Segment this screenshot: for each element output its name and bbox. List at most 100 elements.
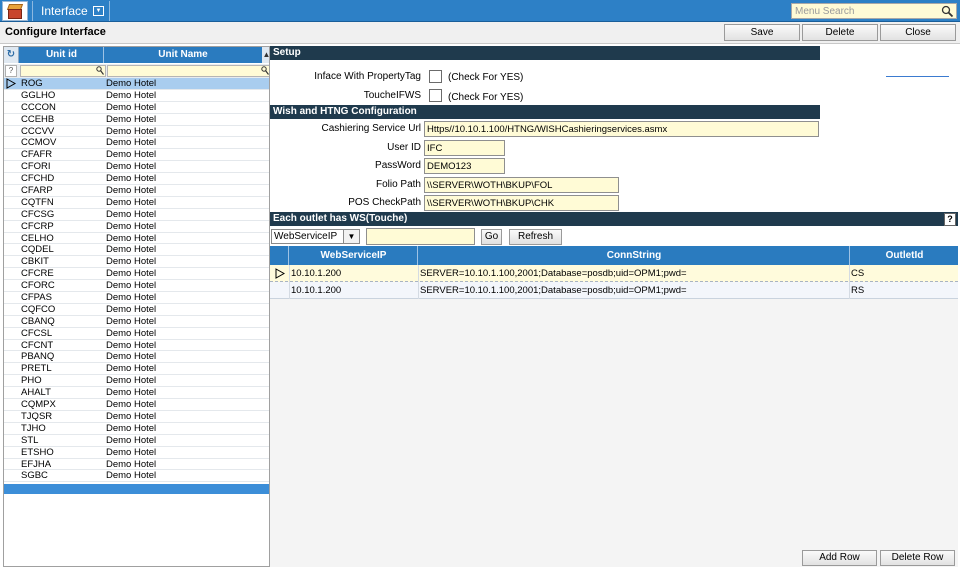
unit-name-cell[interactable]: Demo Hotel xyxy=(106,470,156,482)
unit-name-cell[interactable]: Demo Hotel xyxy=(106,411,156,423)
unit-id-cell[interactable]: CFCSG xyxy=(21,209,54,221)
unit-name-cell[interactable]: Demo Hotel xyxy=(106,268,156,280)
unit-row[interactable]: CCCON Demo Hotel xyxy=(4,102,269,114)
unit-row[interactable]: STL Demo Hotel xyxy=(4,435,269,447)
unit-name-cell[interactable]: Demo Hotel xyxy=(106,244,156,256)
unit-id-cell[interactable]: TJHO xyxy=(21,423,46,435)
link-underline[interactable] xyxy=(886,76,949,77)
table-row[interactable]: 10.10.1.200 SERVER=10.10.1.100,2001;Data… xyxy=(270,282,958,299)
unit-name-cell[interactable]: Demo Hotel xyxy=(106,78,156,90)
unit-name-cell[interactable]: Demo Hotel xyxy=(106,185,156,197)
folio-path-input[interactable] xyxy=(424,177,619,193)
unit-id-cell[interactable]: STL xyxy=(21,435,38,447)
unit-name-cell[interactable]: Demo Hotel xyxy=(106,351,156,363)
unit-name-cell[interactable]: Demo Hotel xyxy=(106,209,156,221)
unit-name-cell[interactable]: Demo Hotel xyxy=(106,423,156,435)
column-header-connstring[interactable]: ConnString xyxy=(419,246,850,265)
unit-id-cell[interactable]: CFCRP xyxy=(21,221,54,233)
unit-id-cell[interactable]: CBKIT xyxy=(21,256,49,268)
delete-button[interactable]: Delete xyxy=(802,24,878,41)
user-id-input[interactable] xyxy=(424,140,505,156)
outletid-cell[interactable]: RS xyxy=(851,282,864,299)
unit-row[interactable]: ETSHO Demo Hotel xyxy=(4,447,269,459)
unit-id-cell[interactable]: PRETL xyxy=(21,363,52,375)
unit-id-cell[interactable]: SGBC xyxy=(21,470,48,482)
interface-menu-tab[interactable]: Interface ▼ xyxy=(32,1,110,21)
unit-row[interactable]: PBANQ Demo Hotel xyxy=(4,351,269,364)
unit-id-cell[interactable]: ROG xyxy=(21,78,43,90)
unit-name-cell[interactable]: Demo Hotel xyxy=(106,126,156,138)
unit-name-cell[interactable]: Demo Hotel xyxy=(106,149,156,161)
app-box-icon[interactable] xyxy=(2,1,28,21)
unit-id-cell[interactable]: CFORC xyxy=(21,280,55,292)
unit-id-cell[interactable]: CFPAS xyxy=(21,292,52,304)
unit-name-cell[interactable]: Demo Hotel xyxy=(106,102,156,114)
unit-row[interactable]: CFCSL Demo Hotel xyxy=(4,328,269,340)
unit-row[interactable]: CFORI Demo Hotel xyxy=(4,161,269,174)
unit-id-cell[interactable]: CFAFR xyxy=(21,149,52,161)
outlet-filter-input[interactable] xyxy=(366,228,475,245)
unit-name-cell[interactable]: Demo Hotel xyxy=(106,304,156,316)
unit-row[interactable]: CFARP Demo Hotel xyxy=(4,185,269,197)
unit-id-cell[interactable]: CQDEL xyxy=(21,244,54,256)
filter-search-icon[interactable] xyxy=(261,66,269,75)
unit-id-cell[interactable]: EFJHA xyxy=(21,459,51,471)
save-button[interactable]: Save xyxy=(724,24,800,41)
unit-id-cell[interactable]: CCCON xyxy=(21,102,56,114)
unit-row[interactable]: CFCRE Demo Hotel xyxy=(4,268,269,281)
unit-row[interactable]: CFCNT Demo Hotel xyxy=(4,340,269,352)
delete-row-button[interactable]: Delete Row xyxy=(880,550,955,566)
unit-name-cell[interactable]: Demo Hotel xyxy=(106,161,156,173)
filter-search-icon[interactable] xyxy=(96,66,104,75)
unit-row[interactable]: CCCVV Demo Hotel xyxy=(4,126,269,138)
unit-name-cell[interactable]: Demo Hotel xyxy=(106,399,156,411)
unit-id-cell[interactable]: CFCSL xyxy=(21,328,52,340)
column-header-unit-id[interactable]: Unit id xyxy=(20,47,104,63)
unit-id-cell[interactable]: CCCVV xyxy=(21,126,54,138)
unit-name-cell[interactable]: Demo Hotel xyxy=(106,256,156,268)
unit-name-cell[interactable]: Demo Hotel xyxy=(106,375,156,387)
unit-id-cell[interactable]: CBANQ xyxy=(21,316,55,328)
column-header-unit-name[interactable]: Unit Name xyxy=(105,47,261,63)
unit-row[interactable]: EFJHA Demo Hotel xyxy=(4,459,269,471)
column-header-outletid[interactable]: OutletId xyxy=(851,246,958,265)
unit-id-cell[interactable]: CCEHB xyxy=(21,114,54,126)
connstring-cell[interactable]: SERVER=10.10.1.100,2001;Database=posdb;u… xyxy=(420,282,687,299)
unit-name-cell[interactable]: Demo Hotel xyxy=(106,90,156,102)
unit-row[interactable]: CFCHD Demo Hotel xyxy=(4,173,269,186)
cashiering-url-input[interactable] xyxy=(424,121,819,137)
unit-row[interactable]: GGLHO Demo Hotel xyxy=(4,90,269,102)
unit-name-cell[interactable]: Demo Hotel xyxy=(106,387,156,399)
unit-row[interactable]: CQTFN Demo Hotel xyxy=(4,197,269,209)
help-icon[interactable]: ? xyxy=(944,213,956,226)
close-button[interactable]: Close xyxy=(880,24,956,41)
unit-id-cell[interactable]: GGLHO xyxy=(21,90,55,102)
unit-row[interactable]: CFPAS Demo Hotel xyxy=(4,292,269,304)
unit-id-cell[interactable]: TJQSR xyxy=(21,411,52,423)
refresh-button[interactable]: Refresh xyxy=(509,229,562,245)
webserviceip-cell[interactable]: 10.10.1.200 xyxy=(291,282,341,299)
unit-id-cell[interactable]: CQTFN xyxy=(21,197,54,209)
unit-name-cell[interactable]: Demo Hotel xyxy=(106,292,156,304)
unit-id-cell[interactable]: AHALT xyxy=(21,387,51,399)
unit-id-cell[interactable]: CFCNT xyxy=(21,340,53,352)
unit-id-cell[interactable]: CFCHD xyxy=(21,173,54,185)
unit-id-cell[interactable]: ETSHO xyxy=(21,447,54,459)
go-button[interactable]: Go xyxy=(481,229,502,245)
unit-name-cell[interactable]: Demo Hotel xyxy=(106,233,156,245)
unit-name-cell[interactable]: Demo Hotel xyxy=(106,363,156,375)
password-input[interactable] xyxy=(424,158,505,174)
unit-name-cell[interactable]: Demo Hotel xyxy=(106,221,156,233)
unit-id-cell[interactable]: CCMOV xyxy=(21,137,56,149)
column-header-webserviceip[interactable]: WebServiceIP xyxy=(290,246,418,265)
unit-id-cell[interactable]: CFCRE xyxy=(21,268,54,280)
outletid-cell[interactable]: CS xyxy=(851,265,864,282)
unit-row[interactable]: PRETL Demo Hotel xyxy=(4,363,269,376)
unit-id-cell[interactable]: CFORI xyxy=(21,161,51,173)
unit-row[interactable]: CCEHB Demo Hotel xyxy=(4,114,269,126)
unit-id-cell[interactable]: PHO xyxy=(21,375,42,387)
unit-name-cell[interactable]: Demo Hotel xyxy=(106,316,156,328)
unit-name-cell[interactable]: Demo Hotel xyxy=(106,173,156,185)
unit-name-cell[interactable]: Demo Hotel xyxy=(106,459,156,471)
search-icon[interactable] xyxy=(941,5,954,18)
